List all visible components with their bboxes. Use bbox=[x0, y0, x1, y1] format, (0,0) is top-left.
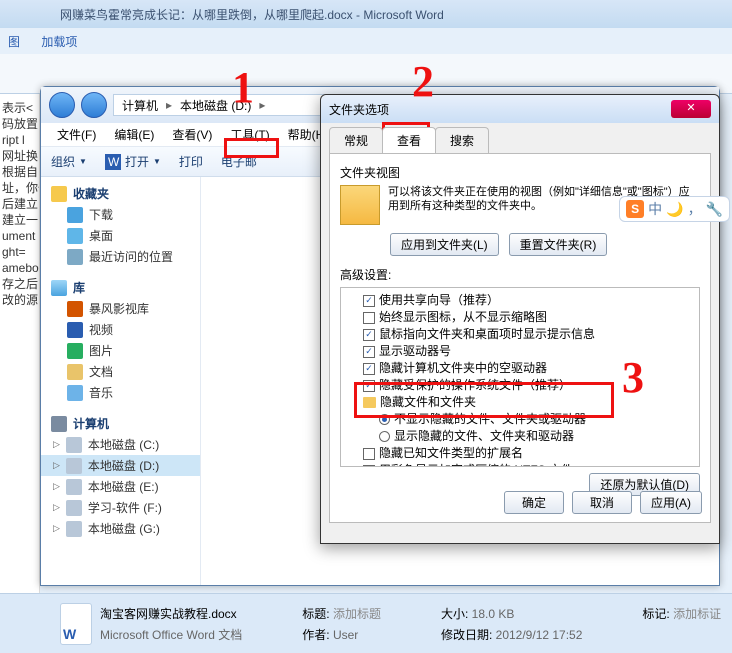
star-icon bbox=[51, 186, 67, 202]
organize-button[interactable]: 组织▼ bbox=[51, 153, 87, 170]
drive-icon bbox=[66, 458, 82, 474]
cancel-button[interactable]: 取消 bbox=[572, 491, 632, 514]
word-menu-bar: 图 加载项 bbox=[0, 28, 732, 54]
chevron-down-icon: ▼ bbox=[153, 157, 161, 166]
video-icon bbox=[67, 322, 83, 338]
close-button[interactable]: ✕ bbox=[671, 100, 711, 118]
sidebar-computer[interactable]: 计算机 bbox=[41, 413, 200, 434]
sof-drive-d[interactable]: ▷本地磁盘 (D:) bbox=[41, 455, 200, 476]
chevron-right-icon: ▸ bbox=[166, 98, 172, 112]
advanced-settings-list[interactable]: 使用共享向导（推荐） 始终显示图标，从不显示缩略图 鼠标指向文件夹和桌面项时显示… bbox=[340, 287, 700, 467]
drive-icon bbox=[66, 437, 82, 453]
sidebar-storm[interactable]: 暴风影视库 bbox=[41, 298, 200, 319]
breadcrumb-drive-d[interactable]: 本地磁盘 (D:) bbox=[176, 97, 255, 114]
sidebar-documents[interactable]: 文档 bbox=[41, 361, 200, 382]
chevron-down-icon: ▼ bbox=[79, 157, 87, 166]
menu-edit[interactable]: 编辑(E) bbox=[108, 124, 160, 145]
expand-icon: ▷ bbox=[53, 460, 60, 471]
image-icon bbox=[67, 343, 83, 359]
drive-icon bbox=[66, 521, 82, 537]
checkbox[interactable] bbox=[363, 363, 375, 375]
folder-view-icon bbox=[340, 185, 380, 225]
tab-view[interactable]: 查看 bbox=[382, 127, 436, 153]
svg-text:W: W bbox=[108, 155, 120, 169]
word-icon: W bbox=[105, 154, 121, 170]
menu-tools[interactable]: 工具(T) bbox=[224, 124, 275, 145]
word-title-bar: 网赚菜鸟霍常亮成长记：从哪里跌倒，从哪里爬起.docx - Microsoft … bbox=[0, 0, 732, 28]
sidebar-drive-e[interactable]: ▷本地磁盘 (E:) bbox=[41, 476, 200, 497]
explorer-sidebar: 收藏夹 下载 桌面 最近访问的位置 库 暴风影视库 视频 图片 文档 音乐 计算… bbox=[41, 177, 201, 585]
folder-options-dialog: 文件夹选项 ✕ 常规 查看 搜索 文件夹视图 可以将该文件夹正在使用的视图（例如… bbox=[320, 94, 720, 544]
apply-to-folders-button[interactable]: 应用到文件夹(L) bbox=[390, 233, 499, 256]
print-button[interactable]: 打印 bbox=[179, 153, 203, 170]
advanced-settings-label: 高级设置: bbox=[340, 266, 700, 283]
document-icon bbox=[67, 364, 83, 380]
dialog-tabs: 常规 查看 搜索 bbox=[321, 123, 719, 153]
word-document-area: 表示<码放置ript l 网址换根据自址，你也 后建立建立一 umentght=… bbox=[0, 94, 40, 594]
ok-button[interactable]: 确定 bbox=[504, 491, 564, 514]
checkbox[interactable] bbox=[363, 465, 375, 468]
expand-icon: ▷ bbox=[53, 502, 60, 513]
dialog-title: 文件夹选项 bbox=[329, 101, 671, 118]
checkbox[interactable] bbox=[363, 380, 375, 392]
word-doc-title: 网赚菜鸟霍常亮成长记：从哪里跌倒，从哪里爬起.docx - Microsoft … bbox=[60, 8, 444, 22]
expand-icon: ▷ bbox=[53, 481, 60, 492]
drive-icon bbox=[66, 479, 82, 495]
expand-icon: ▷ bbox=[53, 439, 60, 450]
drive-icon bbox=[66, 500, 82, 516]
expand-icon: ▷ bbox=[53, 523, 60, 534]
explorer-details-pane: 淘宝客网赚实战教程.docx Microsoft Office Word 文档 … bbox=[0, 593, 732, 653]
library-icon bbox=[51, 280, 67, 296]
ime-zhong[interactable]: 中 bbox=[648, 199, 662, 219]
ime-toolbar[interactable]: S 中 🌙 ， 🔧 bbox=[619, 196, 730, 222]
folder-view-label: 文件夹视图 bbox=[340, 164, 700, 181]
computer-icon bbox=[51, 416, 67, 432]
video-lib-icon bbox=[67, 301, 83, 317]
sidebar-drive-g[interactable]: ▷本地磁盘 (G:) bbox=[41, 518, 200, 539]
checkbox[interactable] bbox=[363, 448, 375, 460]
open-button[interactable]: W打开▼ bbox=[105, 153, 161, 170]
selected-filename: 淘宝客网赚实战教程.docx bbox=[100, 605, 242, 622]
sidebar-music[interactable]: 音乐 bbox=[41, 382, 200, 403]
recent-icon bbox=[67, 249, 83, 265]
checkbox[interactable] bbox=[363, 312, 375, 324]
word-menu-tu[interactable]: 图 bbox=[8, 35, 20, 49]
sidebar-drive-f[interactable]: ▷学习-软件 (F:) bbox=[41, 497, 200, 518]
checkbox[interactable] bbox=[363, 329, 375, 341]
sidebar-pictures[interactable]: 图片 bbox=[41, 340, 200, 361]
sidebar-downloads[interactable]: 下载 bbox=[41, 204, 200, 225]
forward-button[interactable] bbox=[81, 92, 107, 118]
sidebar-libraries[interactable]: 库 bbox=[41, 277, 200, 298]
desktop-icon bbox=[67, 228, 83, 244]
radio[interactable] bbox=[379, 414, 390, 425]
sidebar-drive-c[interactable]: ▷本地磁盘 (C:) bbox=[41, 434, 200, 455]
sidebar-favorites[interactable]: 收藏夹 bbox=[41, 183, 200, 204]
menu-file[interactable]: 文件(F) bbox=[51, 124, 102, 145]
email-button[interactable]: 电子邮 bbox=[221, 153, 257, 170]
reset-folders-button[interactable]: 重置文件夹(R) bbox=[509, 233, 608, 256]
dialog-title-bar[interactable]: 文件夹选项 ✕ bbox=[321, 95, 719, 123]
radio[interactable] bbox=[379, 431, 390, 442]
comma-icon[interactable]: ， bbox=[688, 199, 702, 219]
sidebar-recent[interactable]: 最近访问的位置 bbox=[41, 246, 200, 267]
folder-icon bbox=[363, 397, 376, 408]
breadcrumb-computer[interactable]: 计算机 bbox=[118, 97, 162, 114]
back-button[interactable] bbox=[49, 92, 75, 118]
music-icon bbox=[67, 385, 83, 401]
download-icon bbox=[67, 207, 83, 223]
sogou-icon[interactable]: S bbox=[626, 200, 644, 218]
tab-general[interactable]: 常规 bbox=[329, 127, 383, 153]
apply-button[interactable]: 应用(A) bbox=[640, 491, 702, 514]
wrench-icon[interactable]: 🔧 bbox=[706, 201, 723, 218]
word-menu-addins[interactable]: 加载项 bbox=[41, 35, 77, 49]
document-icon bbox=[60, 603, 92, 645]
checkbox[interactable] bbox=[363, 295, 375, 307]
checkbox[interactable] bbox=[363, 346, 375, 358]
chevron-right-icon: ▸ bbox=[259, 98, 265, 112]
tab-search[interactable]: 搜索 bbox=[435, 127, 489, 153]
sidebar-videos[interactable]: 视频 bbox=[41, 319, 200, 340]
menu-view[interactable]: 查看(V) bbox=[166, 124, 218, 145]
sidebar-desktop[interactable]: 桌面 bbox=[41, 225, 200, 246]
moon-icon[interactable]: 🌙 bbox=[666, 201, 683, 218]
